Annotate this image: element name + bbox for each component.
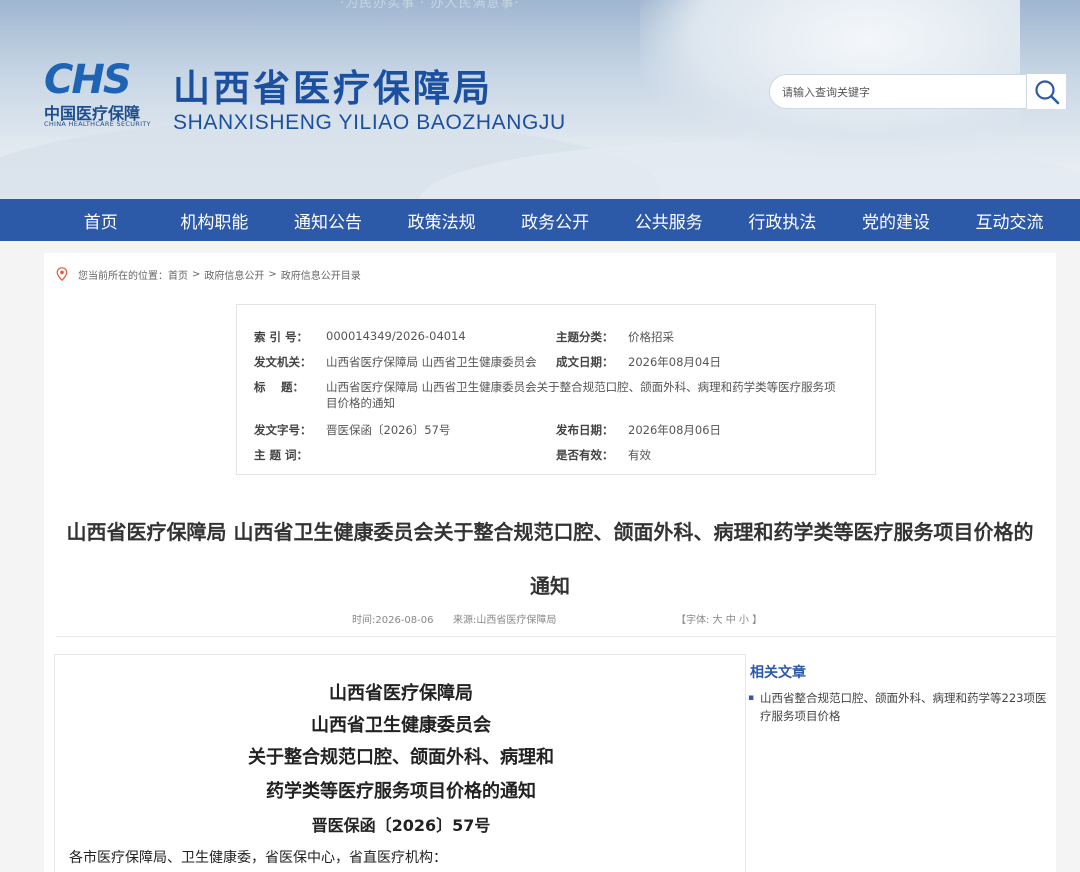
- doc-salutation: 各市医疗保障局、卫生健康委，省医保中心，省直医疗机构：: [69, 850, 447, 866]
- content-container: 您当前所在的位置： 首页 > 政府信息公开 > 政府信息公开目录 索 引 号： …: [44, 253, 1056, 872]
- meta-label: 主题分类：: [556, 330, 614, 344]
- breadcrumb-separator: >: [268, 268, 277, 280]
- search-box: [769, 74, 1067, 109]
- doc-heading: 山西省医疗保障局: [329, 683, 473, 704]
- article-source: 来源:山西省医疗保障局: [453, 615, 557, 626]
- breadcrumb-separator: >: [192, 268, 201, 280]
- meta-value: 山西省医疗保障局 山西省卫生健康委员会关于整合规范口腔、颌面外科、病理和药学类等…: [326, 380, 836, 394]
- meta-label: 主 题 词：: [254, 448, 309, 462]
- header-banner: ·为民办实事 · 办人民满意事· CHS 中国医疗保障 CHINA HEALTH…: [0, 0, 1080, 199]
- related-list: 山西省整合规范口腔、颌面外科、病理和药学等223项医疗服务项目价格: [748, 689, 1054, 725]
- meta-label: 发布日期：: [556, 423, 614, 437]
- meta-value: 2026年08月04日: [628, 355, 722, 369]
- meta-label: 是否有效：: [556, 448, 614, 462]
- site-subtitle: SHANXISHENG YILIAO BAOZHANGJU: [173, 111, 566, 134]
- search-input[interactable]: [782, 83, 1022, 101]
- nav-public-service[interactable]: 公共服务: [612, 199, 726, 241]
- nav-interaction[interactable]: 互动交流: [953, 199, 1067, 241]
- search-icon: [1034, 79, 1059, 104]
- location-pin-icon: [56, 267, 68, 281]
- article-title: 山西省医疗保障局 山西省卫生健康委员会关于整合规范口腔、颌面外科、病理和药学类等…: [44, 509, 1056, 609]
- search-button[interactable]: [1026, 74, 1066, 109]
- breadcrumb: 您当前所在的位置： 首页 > 政府信息公开 > 政府信息公开目录: [44, 261, 1056, 287]
- site-title: 山西省医疗保障局: [173, 66, 493, 110]
- article-time: 时间:2026-08-06: [352, 615, 434, 626]
- article-title-line: 山西省医疗保障局 山西省卫生健康委员会关于整合规范口腔、颌面外科、病理和药学类等…: [66, 520, 1034, 544]
- meta-value: 价格招采: [628, 330, 674, 344]
- breadcrumb-item-gov-info[interactable]: 政府信息公开: [204, 267, 264, 282]
- nav-party-building[interactable]: 党的建设: [839, 199, 953, 241]
- logo-mark: CHS: [44, 57, 132, 103]
- breadcrumb-item-catalog[interactable]: 政府信息公开目录: [281, 267, 361, 282]
- meta-label: 发文机关：: [254, 355, 312, 369]
- meta-label: 发文字号：: [254, 423, 312, 437]
- meta-value: 2026年08月06日: [628, 423, 722, 437]
- main-nav: 首页 机构职能 通知公告 政策法规 政务公开 公共服务 行政执法 党的建设 互动…: [0, 199, 1080, 241]
- doc-number: 晋医保函〔2026〕57号: [311, 816, 491, 835]
- article-title-line: 通知: [530, 574, 570, 598]
- meta-value: 山西省医疗保障局 山西省卫生健康委员会: [326, 355, 537, 369]
- breadcrumb-prefix: 您当前所在的位置：: [78, 270, 168, 282]
- related-item[interactable]: 山西省整合规范口腔、颌面外科、病理和药学等223项医疗服务项目价格: [748, 689, 1054, 725]
- meta-value: 000014349/2026-04014: [326, 329, 466, 343]
- site-logo[interactable]: CHS 中国医疗保障 CHINA HEALTHCARE SECURITY: [44, 60, 156, 130]
- doc-heading: 关于整合规范口腔、颌面外科、病理和: [248, 747, 554, 768]
- meta-label: 标 题：: [254, 380, 305, 394]
- document-body: 山西省医疗保障局 山西省卫生健康委员会 关于整合规范口腔、颌面外科、病理和 药学…: [54, 654, 746, 872]
- meta-value: 有效: [628, 448, 651, 462]
- meta-value: 目价格的通知: [326, 396, 395, 410]
- nav-home[interactable]: 首页: [44, 199, 158, 241]
- doc-heading: 山西省卫生健康委员会: [311, 715, 491, 736]
- logo-en-text: CHINA HEALTHCARE SECURITY: [44, 120, 151, 128]
- meta-label: 索 引 号：: [254, 330, 309, 344]
- meta-label: 成文日期：: [556, 355, 614, 369]
- doc-heading: 药学类等医疗服务项目价格的通知: [266, 781, 536, 802]
- font-size-switcher[interactable]: 【字体: 大 中 小 】: [676, 611, 762, 626]
- related-title: 相关文章: [750, 665, 806, 681]
- nav-law-enforcement[interactable]: 行政执法: [726, 199, 840, 241]
- breadcrumb-item-home[interactable]: 首页: [168, 267, 188, 282]
- meta-value: 晋医保函〔2026〕57号: [326, 423, 451, 437]
- divider: [56, 636, 1056, 637]
- article-info: 时间:2026-08-06 来源:山西省医疗保障局 【字体: 大 中 小 】: [44, 611, 1056, 629]
- nav-gov-affairs[interactable]: 政务公开: [498, 199, 612, 241]
- nav-policies[interactable]: 政策法规: [385, 199, 499, 241]
- nav-notices[interactable]: 通知公告: [271, 199, 385, 241]
- nav-institution[interactable]: 机构职能: [158, 199, 272, 241]
- banner-slogan: ·为民办实事 · 办人民满意事·: [340, 0, 520, 11]
- document-meta-table: 索 引 号： 000014349/2026-04014 主题分类： 价格招采 发…: [236, 304, 876, 475]
